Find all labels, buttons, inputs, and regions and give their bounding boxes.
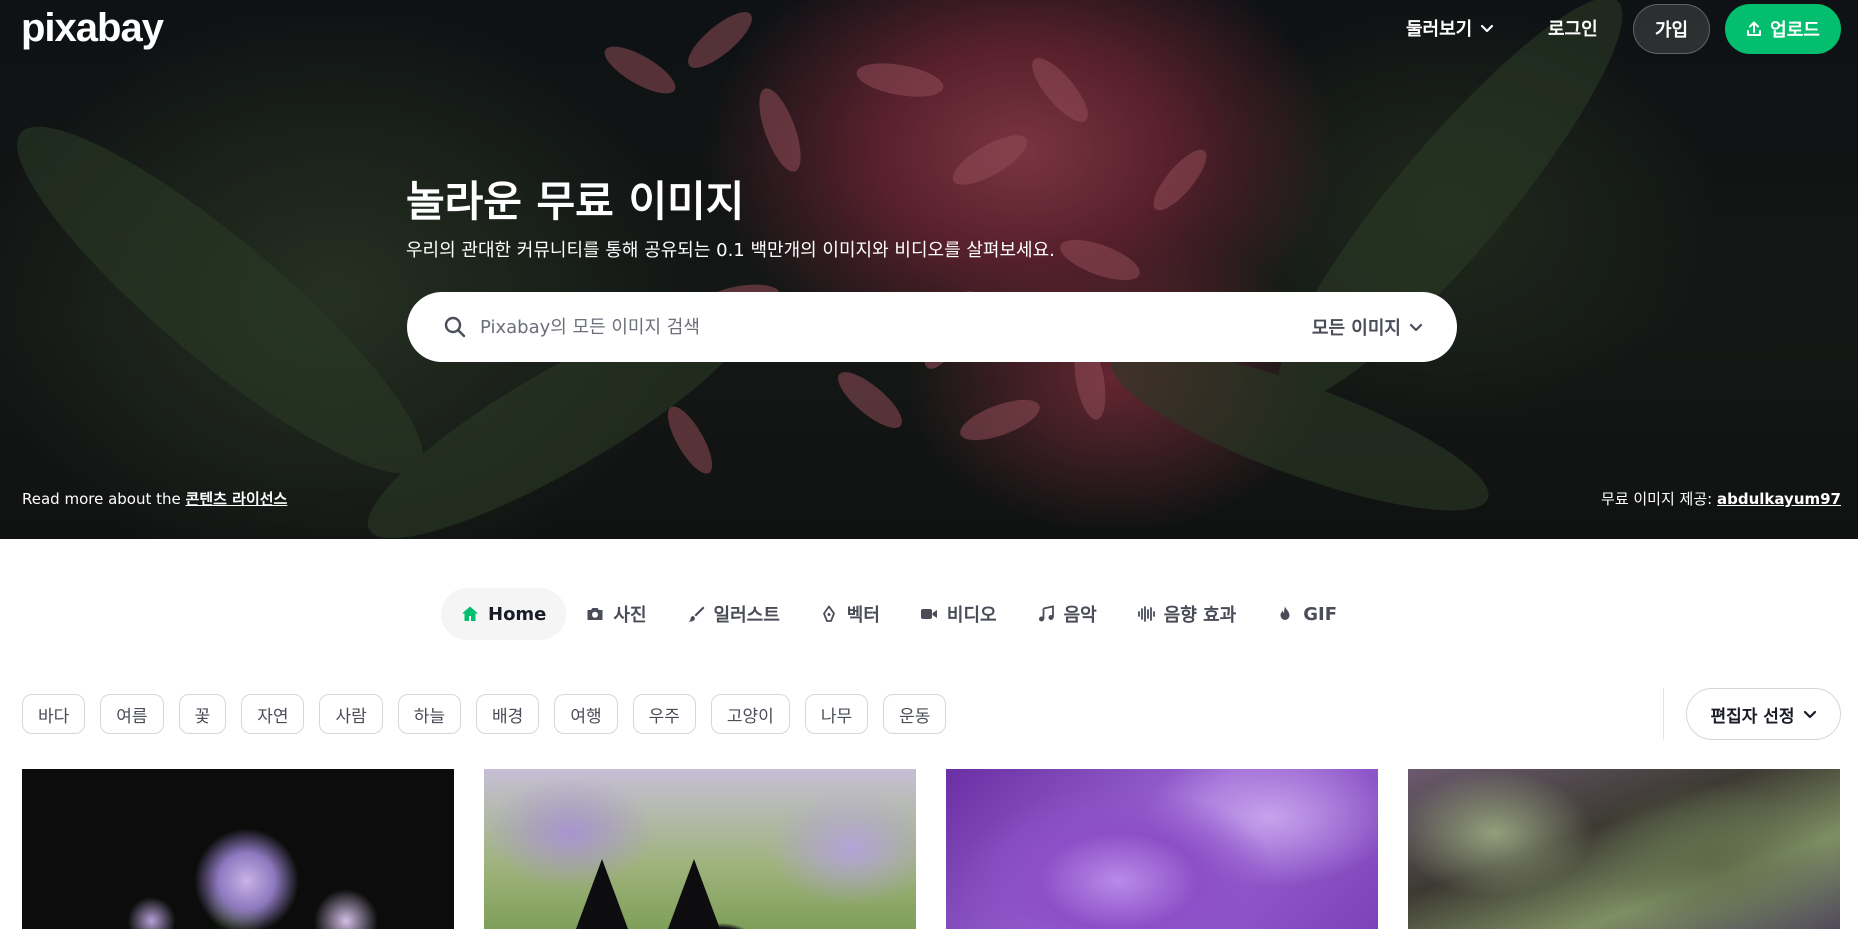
upload-icon xyxy=(1747,21,1762,36)
tab-label: 음악 xyxy=(1063,605,1097,626)
camera-icon xyxy=(587,608,603,620)
chip-flower[interactable]: 꽃 xyxy=(178,694,227,734)
tab-label: 음향 효과 xyxy=(1163,605,1237,626)
gallery-image-hydrangea[interactable] xyxy=(22,769,454,929)
credit-user-link[interactable]: abdulkayum97 xyxy=(1717,490,1841,508)
tab-label: 일러스트 xyxy=(713,605,780,626)
chip-space[interactable]: 우주 xyxy=(632,694,696,734)
tab-label: 사진 xyxy=(613,605,647,626)
chip-cat[interactable]: 고양이 xyxy=(710,694,790,734)
hero-banner: pixabay 둘러보기 로그인 가입 업로드 놀라운 무료 이미지 우리의 관… xyxy=(0,0,1858,539)
tab-home[interactable]: Home xyxy=(441,588,567,640)
chip-summer[interactable]: 여름 xyxy=(100,694,164,734)
pen-nib-icon xyxy=(822,605,835,622)
tab-sound-effects[interactable]: 음향 효과 xyxy=(1117,588,1257,640)
hero-title: 놀라운 무료 이미지 xyxy=(406,177,745,226)
chevron-down-icon xyxy=(1409,323,1423,332)
chips-divider xyxy=(1663,688,1664,740)
license-prefix: Read more about the xyxy=(22,490,186,508)
license-link[interactable]: 콘텐츠 라이선스 xyxy=(186,490,288,508)
gallery-image-leaves[interactable] xyxy=(1408,769,1840,929)
chip-nature[interactable]: 자연 xyxy=(241,694,305,734)
search-bar: 모든 이미지 xyxy=(407,292,1457,362)
media-type-label: 모든 이미지 xyxy=(1311,318,1401,339)
brush-icon xyxy=(688,606,705,622)
explore-menu-button[interactable]: 둘러보기 xyxy=(1406,15,1494,41)
tag-chips: 바다 여름 꽃 자연 사람 하늘 배경 여행 우주 고양이 나무 운동 xyxy=(22,694,947,734)
gallery-image-dog[interactable] xyxy=(484,769,916,929)
chip-travel[interactable]: 여행 xyxy=(554,694,618,734)
home-icon xyxy=(462,606,478,621)
tab-vectors[interactable]: 벡터 xyxy=(800,588,900,640)
credit-prefix: 무료 이미지 제공: xyxy=(1601,490,1717,508)
chip-sea[interactable]: 바다 xyxy=(22,694,86,734)
chevron-down-icon xyxy=(1481,24,1494,33)
dog-ear-right xyxy=(668,859,720,929)
login-link[interactable]: 로그인 xyxy=(1548,15,1598,41)
chevron-down-icon xyxy=(1803,710,1816,719)
soundwave-icon xyxy=(1137,606,1155,622)
search-input[interactable] xyxy=(480,306,1260,348)
chip-people[interactable]: 사람 xyxy=(319,694,383,734)
chip-tree[interactable]: 나무 xyxy=(804,694,869,734)
sort-dropdown[interactable]: 편집자 선정 xyxy=(1686,688,1841,740)
hero-overlay xyxy=(0,0,1858,539)
music-note-icon xyxy=(1038,605,1054,622)
gallery-image-purple-flower[interactable] xyxy=(946,769,1378,929)
tab-label: 비디오 xyxy=(946,605,997,626)
flame-icon xyxy=(1280,606,1290,620)
chip-background[interactable]: 배경 xyxy=(476,694,540,734)
upload-button[interactable]: 업로드 xyxy=(1725,4,1841,54)
tab-label: GIF xyxy=(1303,603,1338,625)
join-button[interactable]: 가입 xyxy=(1633,4,1710,54)
sort-label: 편집자 선정 xyxy=(1710,706,1795,727)
top-navigation: pixabay 둘러보기 로그인 가입 업로드 xyxy=(0,0,1858,58)
upload-label: 업로드 xyxy=(1770,20,1820,41)
tab-music[interactable]: 음악 xyxy=(1017,588,1117,640)
hero-subtitle: 우리의 관대한 커뮤니티를 통해 공유되는 0.1 백만개의 이미지와 비디오를… xyxy=(406,240,1055,261)
tab-photos[interactable]: 사진 xyxy=(566,588,666,640)
image-gallery xyxy=(22,769,1840,929)
chip-exercise[interactable]: 운동 xyxy=(883,694,947,734)
image-credit: 무료 이미지 제공: abdulkayum97 xyxy=(1601,488,1841,509)
tab-illustrations[interactable]: 일러스트 xyxy=(667,588,800,640)
tab-gif[interactable]: GIF xyxy=(1256,588,1357,640)
search-icon[interactable] xyxy=(444,316,466,338)
explore-label: 둘러보기 xyxy=(1406,19,1473,40)
license-note: Read more about the 콘텐츠 라이선스 xyxy=(22,488,287,509)
chip-sky[interactable]: 하늘 xyxy=(397,694,462,734)
tab-label: 벡터 xyxy=(846,605,880,626)
pixabay-logo[interactable]: pixabay xyxy=(21,6,164,51)
video-icon xyxy=(920,609,937,619)
tab-label: Home xyxy=(488,603,547,625)
media-tabs: Home 사진 일러스트 벡터 비디오 음악 음향 효과 GIF xyxy=(441,588,1357,640)
dog-ear-left xyxy=(576,859,628,929)
tab-videos[interactable]: 비디오 xyxy=(900,588,1017,640)
media-type-dropdown[interactable]: 모든 이미지 xyxy=(1312,314,1423,340)
